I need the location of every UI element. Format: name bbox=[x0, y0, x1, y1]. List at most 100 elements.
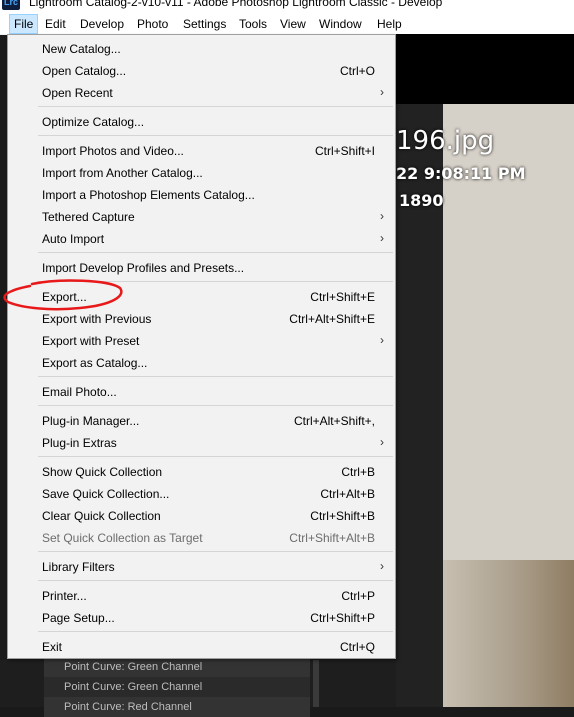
menu-item-shortcut: Ctrl+Shift+I bbox=[314, 144, 375, 158]
history-item[interactable]: Point Curve: Green Channel bbox=[44, 657, 310, 677]
menu-item-label: Export as Catalog... bbox=[42, 356, 148, 370]
history-item[interactable]: Point Curve: Red Channel bbox=[44, 697, 310, 717]
menu-item-plugin-manager[interactable]: Plug-in Manager... Ctrl+Alt+Shift+, bbox=[8, 410, 395, 432]
menu-separator bbox=[38, 376, 393, 377]
menu-item-export-with-preset[interactable]: Export with Preset › bbox=[8, 330, 395, 352]
menu-help[interactable]: Help bbox=[373, 15, 406, 33]
photo-datetime-overlay: 22 9:08:11 PM bbox=[396, 164, 526, 183]
menu-item-import-catalog[interactable]: Import from Another Catalog... bbox=[8, 162, 395, 184]
menu-item-shortcut: Ctrl+Alt+Shift+, bbox=[293, 414, 375, 428]
menu-item-label: Export with Previous bbox=[42, 312, 152, 326]
menu-develop[interactable]: Develop bbox=[76, 15, 128, 33]
menu-item-label: Page Setup... bbox=[42, 611, 115, 625]
menu-item-shortcut: Ctrl+Q bbox=[339, 640, 375, 654]
menu-separator bbox=[38, 281, 393, 282]
menu-item-label: Import from Another Catalog... bbox=[42, 166, 203, 180]
menu-item-set-quick-collection-target: Set Quick Collection as Target Ctrl+Shif… bbox=[8, 527, 395, 549]
menu-item-shortcut: Ctrl+Shift+E bbox=[310, 290, 375, 304]
menu-item-label: Tethered Capture bbox=[42, 210, 135, 224]
menu-bar: File Edit Develop Photo Settings Tools V… bbox=[0, 12, 574, 35]
menu-item-label: Save Quick Collection... bbox=[42, 487, 170, 501]
menu-item-tethered-capture[interactable]: Tethered Capture › bbox=[8, 206, 395, 228]
menu-item-auto-import[interactable]: Auto Import › bbox=[8, 228, 395, 250]
history-panel: Point Curve: Green Channel Point Curve: … bbox=[0, 657, 396, 717]
menu-item-label: Open Recent bbox=[42, 86, 113, 100]
menu-item-export-as-catalog[interactable]: Export as Catalog... bbox=[8, 352, 395, 374]
menu-item-label: Clear Quick Collection bbox=[42, 509, 161, 523]
menu-item-label: Open Catalog... bbox=[42, 64, 127, 78]
menu-item-shortcut: Ctrl+B bbox=[341, 465, 375, 479]
menu-item-label: Library Filters bbox=[42, 560, 115, 574]
menu-item-show-quick-collection[interactable]: Show Quick Collection Ctrl+B bbox=[8, 461, 395, 483]
menu-item-shortcut: Ctrl+Alt+B bbox=[320, 487, 375, 501]
menu-separator bbox=[38, 106, 393, 107]
menu-separator bbox=[38, 551, 393, 552]
menu-item-label: Export... bbox=[42, 290, 87, 304]
menu-separator bbox=[38, 456, 393, 457]
menu-view[interactable]: View bbox=[276, 15, 310, 33]
menu-item-label: Auto Import bbox=[42, 232, 105, 246]
menu-item-label: Printer... bbox=[42, 589, 87, 603]
chevron-right-icon: › bbox=[380, 333, 384, 347]
menu-item-label: Exit bbox=[42, 640, 63, 654]
menu-item-open-catalog[interactable]: Open Catalog... Ctrl+O bbox=[8, 60, 395, 82]
photo-filename-overlay: 196.jpg bbox=[396, 126, 495, 156]
menu-item-label: Import Develop Profiles and Presets... bbox=[42, 261, 245, 275]
menu-item-optimize-catalog[interactable]: Optimize Catalog... bbox=[8, 111, 395, 133]
chevron-right-icon: › bbox=[380, 435, 384, 449]
menu-item-label: Import Photos and Video... bbox=[42, 144, 184, 158]
menu-item-page-setup[interactable]: Page Setup... Ctrl+Shift+P bbox=[8, 607, 395, 629]
title-bar: Lrc Lightroom Catalog-2-v10-v11 - Adobe … bbox=[0, 0, 574, 12]
menu-item-email-photo[interactable]: Email Photo... bbox=[8, 381, 395, 403]
chevron-right-icon: › bbox=[380, 231, 384, 245]
lightroom-app-icon: Lrc bbox=[2, 0, 20, 10]
menu-item-exit[interactable]: Exit Ctrl+Q bbox=[8, 636, 395, 658]
menu-item-plugin-extras[interactable]: Plug-in Extras › bbox=[8, 432, 395, 454]
menu-separator bbox=[38, 580, 393, 581]
menu-item-open-recent[interactable]: Open Recent › bbox=[8, 82, 395, 104]
menu-item-save-quick-collection[interactable]: Save Quick Collection... Ctrl+Alt+B bbox=[8, 483, 395, 505]
toolbar-area bbox=[396, 34, 574, 104]
menu-item-label: Export with Preset bbox=[42, 334, 140, 348]
menu-item-import-pse[interactable]: Import a Photoshop Elements Catalog... bbox=[8, 184, 395, 206]
menu-item-shortcut: Ctrl+O bbox=[339, 64, 375, 78]
menu-item-label: Set Quick Collection as Target bbox=[42, 531, 203, 545]
menu-item-export-with-previous[interactable]: Export with Previous Ctrl+Alt+Shift+E bbox=[8, 308, 395, 330]
menu-item-label: New Catalog... bbox=[42, 42, 121, 56]
file-menu-dropdown: New Catalog... Open Catalog... Ctrl+O Op… bbox=[7, 34, 396, 659]
menu-item-label: Email Photo... bbox=[42, 385, 117, 399]
menu-item-label: Plug-in Manager... bbox=[42, 414, 140, 428]
menu-window[interactable]: Window bbox=[315, 15, 366, 33]
menu-item-shortcut: Ctrl+P bbox=[341, 589, 375, 603]
menu-item-import-photos[interactable]: Import Photos and Video... Ctrl+Shift+I bbox=[8, 140, 395, 162]
menu-item-label: Show Quick Collection bbox=[42, 465, 163, 479]
menu-item-shortcut: Ctrl+Alt+Shift+E bbox=[289, 312, 375, 326]
menu-file[interactable]: File bbox=[9, 14, 39, 34]
menu-edit[interactable]: Edit bbox=[41, 15, 70, 33]
menu-item-label: Optimize Catalog... bbox=[42, 115, 145, 129]
menu-separator bbox=[38, 252, 393, 253]
menu-item-label: Import a Photoshop Elements Catalog... bbox=[42, 188, 255, 202]
menu-settings[interactable]: Settings bbox=[179, 15, 230, 33]
menu-item-library-filters[interactable]: Library Filters › bbox=[8, 556, 395, 578]
menu-tools[interactable]: Tools bbox=[235, 15, 271, 33]
window-title: Lightroom Catalog-2-v10-v11 - Adobe Phot… bbox=[29, 0, 443, 9]
menu-separator bbox=[38, 631, 393, 632]
menu-item-label: Plug-in Extras bbox=[42, 436, 117, 450]
menu-item-clear-quick-collection[interactable]: Clear Quick Collection Ctrl+Shift+B bbox=[8, 505, 395, 527]
menu-item-import-profiles[interactable]: Import Develop Profiles and Presets... bbox=[8, 257, 395, 279]
menu-item-new-catalog[interactable]: New Catalog... bbox=[8, 38, 395, 60]
menu-photo[interactable]: Photo bbox=[133, 15, 172, 33]
history-scrollbar[interactable] bbox=[313, 660, 319, 707]
menu-item-export[interactable]: Export... Ctrl+Shift+E bbox=[8, 286, 395, 308]
menu-item-shortcut: Ctrl+Shift+B bbox=[310, 509, 375, 523]
photo-image-detail bbox=[443, 560, 574, 707]
chevron-right-icon: › bbox=[380, 85, 384, 99]
chevron-right-icon: › bbox=[380, 559, 384, 573]
photo-dimensions-overlay: 1890 bbox=[399, 191, 444, 210]
menu-item-printer[interactable]: Printer... Ctrl+P bbox=[8, 585, 395, 607]
menu-separator bbox=[38, 135, 393, 136]
history-item[interactable]: Point Curve: Green Channel bbox=[44, 677, 310, 697]
chevron-right-icon: › bbox=[380, 209, 384, 223]
menu-item-shortcut: Ctrl+Shift+Alt+B bbox=[289, 531, 375, 545]
